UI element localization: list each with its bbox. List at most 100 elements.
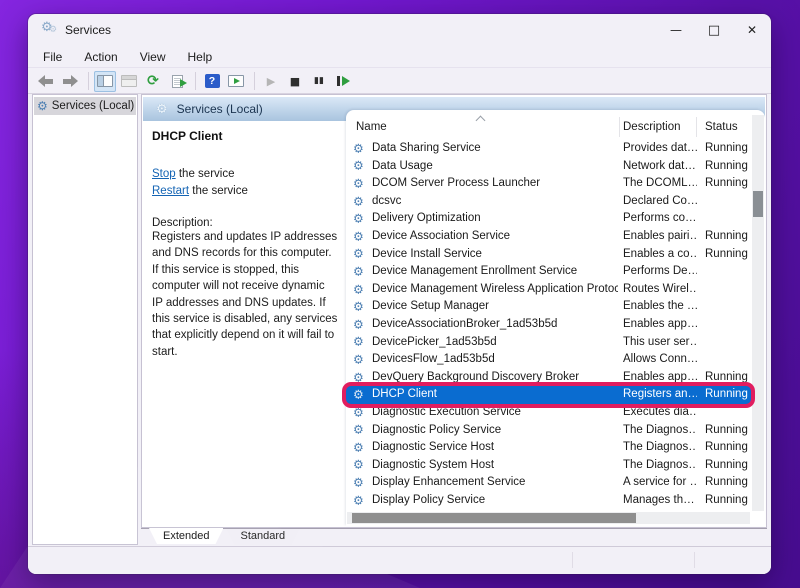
service-gear-icon: ⚙	[353, 248, 364, 260]
service-description-cell: Performs co…	[623, 212, 697, 224]
service-status-cell: Running	[705, 230, 757, 242]
stop-service-line: Stop the service	[152, 166, 335, 183]
service-row[interactable]: ⚙dcsvcDeclared Co…	[346, 193, 751, 211]
service-gear-icon: ⚙	[353, 494, 364, 506]
service-row[interactable]: ⚙Data Sharing ServiceProvides dat…Runnin…	[346, 140, 751, 158]
service-description-cell: A service for …	[623, 476, 697, 488]
service-description-cell: The Diagnos…	[623, 424, 697, 436]
service-row[interactable]: ⚙DevicesFlow_1ad53b5dAllows Conn…	[346, 351, 751, 369]
services-list: Name Description Status ⚙Data Sharing Se…	[346, 110, 765, 526]
show-console-tree-icon[interactable]	[94, 71, 116, 92]
service-name-cell: DHCP Client	[372, 388, 618, 400]
menu-file[interactable]: File	[34, 48, 71, 66]
close-button[interactable]: ✕	[733, 14, 771, 46]
service-row[interactable]: ⚙Device Management Wireless Application …	[346, 281, 751, 299]
tab-standard[interactable]: Standard	[226, 529, 299, 545]
stop-service-link[interactable]: Stop	[152, 168, 176, 180]
service-row[interactable]: ⚙Display Enhancement ServiceA service fo…	[346, 474, 751, 492]
help-icon[interactable]: ?	[201, 71, 223, 92]
service-status-cell: Running	[705, 476, 757, 488]
services-app-icon: ⚙⚙	[41, 22, 59, 38]
column-header-status[interactable]: Status	[705, 121, 738, 133]
service-gear-icon: ⚙	[353, 142, 364, 154]
service-description-cell: This user ser…	[623, 336, 697, 348]
menu-action[interactable]: Action	[75, 48, 126, 66]
service-row[interactable]: ⚙DCOM Server Process LauncherThe DCOML…R…	[346, 175, 751, 193]
service-name-cell: Diagnostic Policy Service	[372, 424, 618, 436]
service-detail-pane: DHCP Client Stop the service Restart the…	[143, 122, 343, 526]
sort-ascending-icon	[476, 116, 486, 126]
column-header-description[interactable]: Description	[623, 121, 681, 133]
service-row[interactable]: ⚙DevQuery Background Discovery BrokerEna…	[346, 369, 751, 387]
vertical-scrollbar-thumb[interactable]	[753, 191, 763, 217]
service-name-cell: Delivery Optimization	[372, 212, 618, 224]
restart-service-line: Restart the service	[152, 183, 335, 200]
menu-view[interactable]: View	[131, 48, 175, 66]
service-row[interactable]: ⚙Device Association ServiceEnables pairi…	[346, 228, 751, 246]
service-gear-icon: ⚙	[353, 213, 364, 225]
service-status-cell: Running	[705, 441, 757, 453]
service-row[interactable]: ⚙Device Install ServiceEnables a co…Runn…	[346, 246, 751, 264]
service-name-cell: Data Usage	[372, 160, 618, 172]
service-row[interactable]: ⚙Data UsageNetwork dat…Running	[346, 158, 751, 176]
toolbar-separator	[254, 72, 255, 90]
service-gear-icon: ⚙	[353, 353, 364, 365]
service-gear-icon: ⚙	[353, 230, 364, 242]
service-gear-icon: ⚙	[353, 336, 364, 348]
service-row[interactable]: ⚙DHCP ClientRegisters an…Running	[346, 386, 751, 404]
service-row[interactable]: ⚙DeviceAssociationBroker_1ad53b5dEnables…	[346, 316, 751, 334]
stop-service-icon[interactable]: ■	[284, 71, 306, 92]
menu-bar: FileAction ViewHelp	[28, 46, 771, 68]
service-gear-icon: ⚙	[353, 424, 364, 436]
service-status-cell: Running	[705, 160, 757, 172]
maximize-button[interactable]: □	[695, 14, 733, 46]
tab-strip: ExtendedStandard	[141, 528, 767, 545]
column-header-name[interactable]: Name	[356, 121, 387, 133]
refresh-icon[interactable]: ⟳	[142, 71, 164, 92]
title-bar[interactable]: ⚙⚙ Services — □ ✕	[28, 14, 771, 46]
horizontal-scrollbar[interactable]	[347, 512, 750, 524]
service-gear-icon: ⚙	[353, 406, 364, 418]
restart-service-link[interactable]: Restart	[152, 185, 189, 197]
restart-service-icon[interactable]	[332, 71, 354, 92]
column-divider	[619, 117, 620, 137]
service-row[interactable]: ⚙Display Policy ServiceManages th…Runnin…	[346, 492, 751, 510]
service-row[interactable]: ⚙ Diagnostic Execution Service Executes di…	[346, 404, 751, 422]
service-row[interactable]: ⚙DevicePicker_1ad53b5dThis user ser…	[346, 334, 751, 352]
tree-item-services-local[interactable]: ⚙ Services (Local)	[34, 97, 136, 115]
minimize-button[interactable]: —	[657, 14, 695, 46]
service-name-cell: Display Policy Service	[372, 494, 618, 506]
service-row[interactable]: ⚙Diagnostic Policy ServiceThe Diagnos…Ru…	[346, 422, 751, 440]
pause-service-icon[interactable]: ▮▮	[308, 71, 330, 92]
start-service-icon[interactable]: ▶	[260, 71, 282, 92]
back-icon[interactable]	[35, 71, 57, 92]
export-list-icon[interactable]	[166, 71, 188, 92]
service-name-cell: Device Association Service	[372, 230, 618, 242]
vertical-scrollbar[interactable]	[752, 115, 764, 511]
properties-icon[interactable]	[118, 71, 140, 92]
service-description-cell: Executes dia…	[623, 406, 697, 418]
service-description-cell: The Diagnos…	[623, 459, 697, 471]
forward-icon[interactable]	[59, 71, 81, 92]
service-row[interactable]: ⚙Device Setup ManagerEnables the …	[346, 298, 751, 316]
service-name-cell: Diagnostic Execution Service	[372, 406, 618, 418]
column-divider	[696, 117, 697, 137]
service-row[interactable]: ⚙Diagnostic Service HostThe Diagnos…Runn…	[346, 439, 751, 457]
window-title: Services	[65, 23, 111, 37]
service-row[interactable]: ⚙Diagnostic System HostThe Diagnos…Runni…	[346, 457, 751, 475]
service-name-cell: Diagnostic Service Host	[372, 441, 618, 453]
service-description-cell: Enables the …	[623, 300, 697, 312]
service-row[interactable]: ⚙Device Management Enrollment ServicePer…	[346, 263, 751, 281]
menu-help[interactable]: Help	[179, 48, 222, 66]
service-gear-icon: ⚙	[353, 476, 364, 488]
tab-extended[interactable]: Extended	[149, 528, 223, 544]
service-status-cell: Running	[705, 424, 757, 436]
status-bar-divider	[694, 552, 695, 568]
horizontal-scrollbar-thumb[interactable]	[352, 513, 636, 523]
console-tree-panel: ⚙ Services (Local)	[32, 94, 138, 545]
show-action-pane-icon[interactable]	[225, 71, 247, 92]
service-name-cell: dcsvc	[372, 195, 618, 207]
toolbar-separator	[88, 72, 89, 90]
service-gear-icon: ⚙	[353, 318, 364, 330]
service-row[interactable]: ⚙ Delivery Optimization Performs co…	[346, 210, 751, 228]
